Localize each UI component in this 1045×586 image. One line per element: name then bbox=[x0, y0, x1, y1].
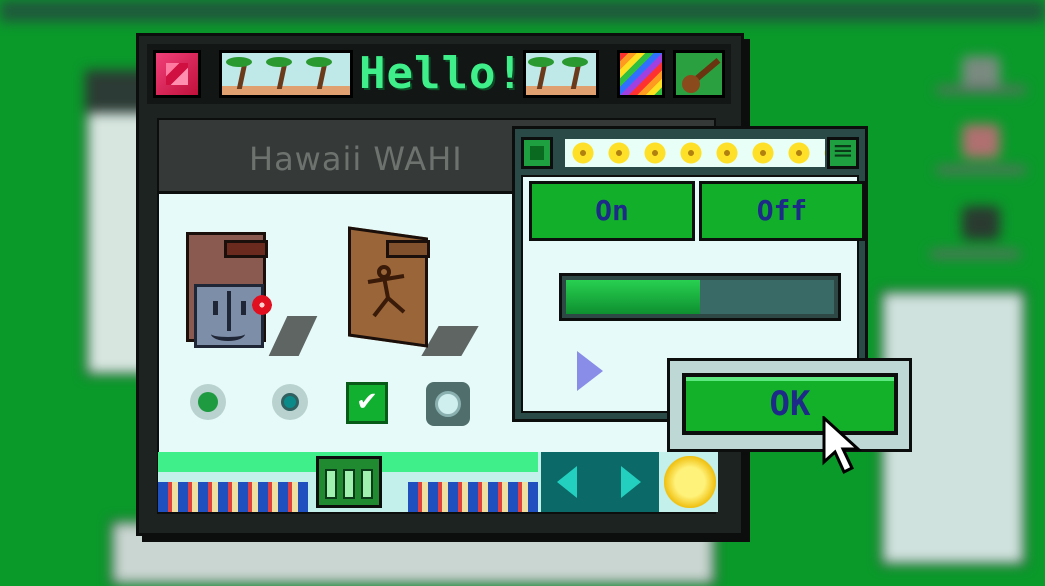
radio-button-large[interactable] bbox=[426, 382, 470, 426]
cursor-icon bbox=[822, 416, 862, 475]
pattern-band bbox=[408, 482, 538, 512]
on-button[interactable]: On bbox=[529, 181, 695, 241]
progress-bar bbox=[559, 273, 841, 321]
menu-bar bbox=[0, 0, 1045, 22]
desktop-icon[interactable] bbox=[962, 56, 1000, 90]
flower-icon bbox=[250, 294, 274, 316]
window-title: Hello! bbox=[359, 48, 524, 99]
off-button[interactable]: Off bbox=[699, 181, 865, 241]
checkbox-icon[interactable]: ✔ bbox=[346, 382, 388, 424]
pattern-band bbox=[158, 482, 308, 512]
ok-button[interactable]: OK bbox=[682, 373, 898, 435]
palm-tree-icon bbox=[523, 50, 599, 98]
palm-tree-icon bbox=[219, 50, 353, 98]
panel-zoom-icon[interactable] bbox=[827, 136, 859, 169]
stick-figure-folder-icon[interactable] bbox=[348, 226, 438, 348]
slider-handle[interactable] bbox=[316, 456, 382, 508]
arrow-controls bbox=[541, 452, 659, 512]
panel-title-bar[interactable] bbox=[521, 135, 859, 171]
ok-dialog: OK bbox=[667, 358, 912, 452]
radio-button-selected[interactable] bbox=[190, 384, 226, 420]
header-text: Hawaii WAHI bbox=[249, 140, 463, 178]
radio-button[interactable] bbox=[272, 384, 308, 420]
sun-flower-icon bbox=[664, 456, 716, 508]
panel-close-icon[interactable] bbox=[521, 137, 553, 169]
play-arrow-icon[interactable] bbox=[577, 351, 603, 391]
bottom-toolbar bbox=[158, 452, 718, 512]
desktop-icon-label bbox=[936, 166, 1026, 174]
finder-folder-icon[interactable] bbox=[186, 232, 276, 348]
title-bar[interactable]: Hello! bbox=[147, 44, 731, 104]
desktop-icon-label bbox=[930, 250, 1020, 258]
progress-fill bbox=[566, 280, 700, 314]
progress-track bbox=[700, 280, 834, 314]
desktop-icon[interactable] bbox=[962, 124, 1000, 158]
stick-figure-icon bbox=[367, 265, 406, 318]
flower-pattern bbox=[565, 139, 825, 167]
desktop-icon[interactable] bbox=[962, 206, 1000, 240]
right-arrow-icon[interactable] bbox=[621, 466, 641, 498]
desktop-icon-label bbox=[936, 86, 1026, 94]
left-arrow-icon[interactable] bbox=[557, 466, 577, 498]
ukulele-icon bbox=[673, 50, 725, 98]
close-box-icon[interactable] bbox=[153, 50, 201, 98]
rainbow-icon bbox=[617, 50, 665, 98]
